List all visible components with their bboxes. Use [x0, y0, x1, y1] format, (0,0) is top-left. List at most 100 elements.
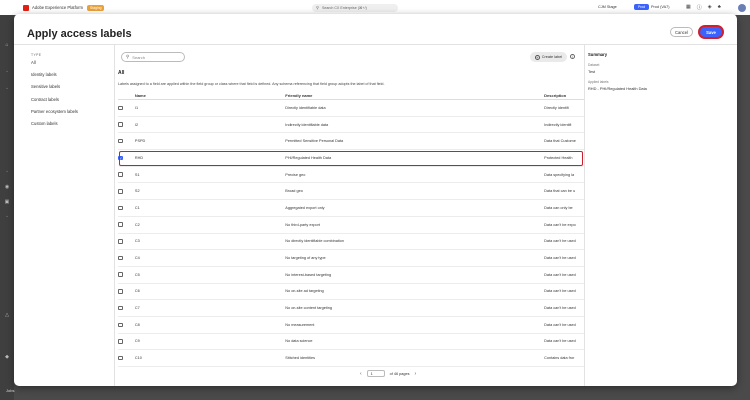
table-row[interactable]: C6 No on-site ad targeting Data can't be u… — [118, 284, 584, 301]
help-icon[interactable]: ⓘ — [697, 4, 702, 11]
jobs-link[interactable]: Jobs — [6, 388, 14, 393]
sandbox-badge: Prod — [634, 4, 650, 10]
row-checkbox[interactable] — [118, 339, 123, 344]
row-checkbox[interactable] — [118, 322, 123, 328]
row-checkbox[interactable] — [118, 172, 123, 177]
tag-icon[interactable]: ◆ — [4, 355, 10, 360]
create-label-button[interactable]: + Create label — [530, 52, 567, 62]
sandbox-switcher[interactable]: Prod (VA7) — [651, 5, 670, 9]
table-row[interactable]: ✓ RHD PHI/Regulated Health Data Protected H… — [118, 150, 584, 167]
row-checkbox[interactable] — [118, 138, 123, 144]
table-row[interactable]: PSPD Permitted Sensitive Personal Data Dat… — [118, 133, 584, 151]
label-friendly-name: No interest-based targeting — [285, 272, 332, 277]
row-checkbox[interactable] — [118, 222, 123, 227]
chevron-right-icon[interactable]: › — [415, 371, 417, 377]
header-divider — [14, 44, 737, 45]
row-checkbox[interactable] — [118, 105, 123, 111]
label-friendly-name: Indirectly identifiable data — [285, 122, 329, 127]
notifications-icon[interactable]: ♣ — [718, 4, 721, 11]
table-row[interactable]: C2 No third-party export Data can't be exp… — [118, 217, 584, 234]
table-row[interactable]: C8 No measurement Data can't be used — [118, 317, 584, 334]
label-name: C7 — [134, 306, 140, 311]
info-icon[interactable]: i — [570, 54, 575, 59]
label-name: C5 — [134, 272, 140, 277]
topbar-icons: ▦ ⓘ ◈ ♣ — [686, 4, 721, 11]
dataset-label: Dataset — [588, 63, 600, 67]
row-checkbox[interactable] — [118, 305, 123, 311]
row-checkbox[interactable] — [118, 239, 123, 244]
table-row[interactable]: I2 Indirectly identifiable data Indirectly… — [118, 117, 584, 134]
row-checkbox[interactable] — [118, 355, 123, 361]
row-checkbox[interactable] — [118, 289, 123, 294]
table-row[interactable]: S1 Precise geo Data specifying la — [118, 167, 584, 184]
page-input[interactable]: 1 — [366, 370, 385, 377]
label-description: Indirectly identifi — [544, 122, 572, 127]
type-item-sensitive[interactable]: Sensitive labels — [31, 81, 111, 93]
type-item-custom[interactable]: Custom labels — [31, 118, 111, 130]
location-icon[interactable]: ◉ — [4, 185, 10, 190]
row-checkbox[interactable] — [118, 205, 123, 211]
table-row[interactable]: C7 No on-site content targeting Data can't… — [118, 300, 584, 317]
nav-icon[interactable]: ◦ — [4, 70, 10, 75]
type-item-contract[interactable]: Contract labels — [31, 94, 111, 106]
announcements-icon[interactable]: ◈ — [708, 4, 712, 11]
label-name: C10 — [134, 356, 142, 361]
org-switcher[interactable]: CJM Stage — [598, 5, 617, 9]
schemas-icon[interactable]: ▣ — [4, 200, 10, 205]
row-checkbox[interactable] — [118, 189, 123, 194]
table-row[interactable]: I1 Directly identifiable data Directly ide… — [118, 100, 584, 117]
nav-icon[interactable]: ◦ — [4, 215, 10, 220]
env-badge: Staging — [86, 4, 105, 11]
table-row[interactable]: C9 No data science Data can't be used — [118, 334, 584, 351]
home-icon[interactable]: ⌂ — [4, 43, 10, 48]
table-row[interactable]: C10 Stitched identities Contains data fror — [118, 350, 584, 367]
label-name: C8 — [134, 322, 140, 327]
applied-labels-value: RHD - PHI/Regulated Health Data — [588, 86, 647, 91]
app-name[interactable]: Adobe Experience Platform — [32, 5, 83, 10]
type-filter: TYPE All Identity labels Sensitive label… — [31, 50, 111, 130]
row-checkbox[interactable]: ✓ — [118, 155, 123, 161]
label-friendly-name: PHI/Regulated Health Data — [285, 155, 332, 160]
row-checkbox-cell — [118, 322, 135, 328]
label-friendly-name: No on-site content targeting — [285, 306, 332, 311]
global-search[interactable]: ⚲ Search CX Enterprise (⌘+/) — [312, 3, 398, 12]
label-description: Data can't be used — [544, 256, 576, 261]
row-checkbox-cell — [118, 205, 135, 211]
type-item-all[interactable]: All — [31, 57, 111, 69]
label-description: Data can't be used — [544, 239, 576, 244]
row-checkbox-cell — [118, 105, 135, 111]
table-row[interactable]: C3 No directly identifiable combination Da… — [118, 234, 584, 251]
label-name: C4 — [134, 256, 140, 261]
nav-icon[interactable]: ◦ — [4, 170, 10, 175]
table-row[interactable]: C5 No interest-based targeting Data can't … — [118, 267, 584, 284]
label-search-input[interactable]: ⚲ Search — [121, 52, 185, 62]
type-item-identity[interactable]: Identity labels — [31, 69, 111, 81]
row-checkbox-cell — [118, 239, 135, 244]
row-checkbox-cell — [118, 172, 135, 177]
avatar[interactable] — [738, 3, 746, 12]
row-checkbox-cell — [118, 138, 135, 144]
label-name: I2 — [134, 122, 139, 127]
column-header-friendly-name[interactable]: Friendly name — [285, 93, 544, 98]
label-friendly-name: Aggregated export only — [285, 205, 325, 210]
row-checkbox[interactable] — [118, 255, 123, 261]
type-item-partner[interactable]: Partner ecosystem labels — [31, 106, 111, 118]
row-checkbox[interactable] — [118, 122, 123, 127]
table-row[interactable]: C4 No targeting of any type Data can't be … — [118, 250, 584, 267]
column-header-name[interactable]: Name — [135, 93, 285, 98]
apps-icon[interactable]: ▦ — [686, 4, 691, 11]
label-name: PSPD — [134, 139, 146, 144]
label-description: Data can't be used — [544, 272, 576, 277]
chevron-left-icon[interactable]: ‹ — [360, 371, 362, 377]
label-friendly-name: Directly identifiable data — [285, 105, 326, 110]
save-button[interactable]: Save — [700, 27, 722, 37]
nav-icon[interactable]: ◦ — [4, 87, 10, 92]
table-row[interactable]: S2 Broad geo Data that can be u — [118, 183, 584, 201]
cancel-button[interactable]: Cancel — [670, 27, 693, 37]
column-header-description[interactable]: Description — [544, 93, 584, 98]
alerts-icon[interactable]: △ — [4, 313, 10, 318]
adobe-logo-icon[interactable] — [23, 4, 29, 11]
row-checkbox[interactable] — [118, 272, 123, 277]
table-row[interactable]: C1 Aggregated export only Data can only be — [118, 200, 584, 217]
row-checkbox-cell — [118, 289, 135, 294]
